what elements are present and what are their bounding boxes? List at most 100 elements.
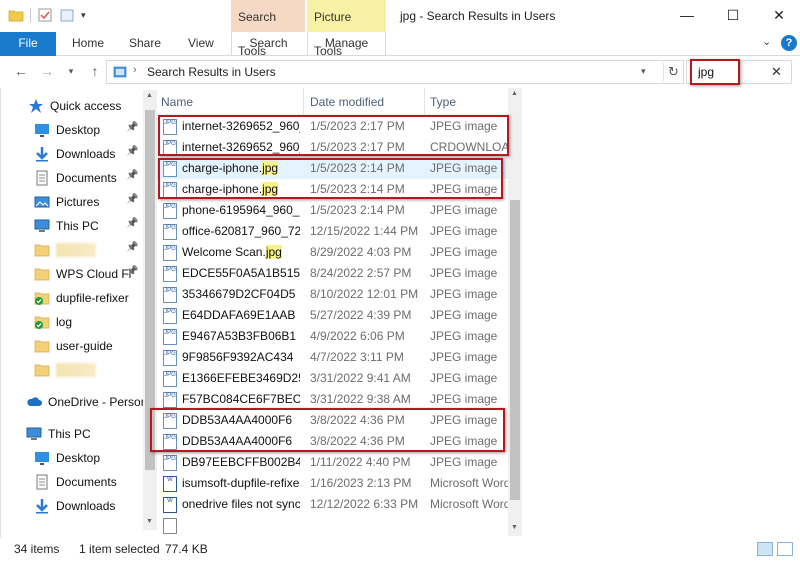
column-divider[interactable] [303,88,304,114]
help-icon[interactable]: ? [781,35,797,51]
file-name-text: DB97EEBCFFB002B4 [182,455,300,469]
tab-search[interactable]: Search [231,32,305,56]
address-path[interactable]: Search Results in Users [147,65,276,79]
computer-icon [26,426,42,442]
folder-icon[interactable] [8,7,24,23]
word-file-icon: W [163,476,177,492]
column-header-date[interactable]: Date modified [310,91,384,113]
file-row[interactable]: JPG E64DDAFA69E1AAB 5/27/2022 4:39 PM JPEG … [157,305,508,326]
file-row[interactable]: JPG DB97EEBCFFB002B4 1/11/2022 4:40 PM JPEG… [157,452,508,473]
new-folder-icon[interactable] [59,7,75,23]
nav-item-label: Downloads [56,499,116,513]
tab-view[interactable]: View [188,32,214,56]
nav-item[interactable]: Quick access [28,95,121,117]
file-row[interactable]: Wonedrive files not syncing 12/12/2022 6:… [157,494,508,515]
image-file-icon: JPG [163,371,177,387]
back-button[interactable]: ← [12,62,30,80]
expand-ribbon-icon[interactable]: ⌄ [762,35,771,48]
file-name: DB97EEBCFFB002B4 [182,452,300,473]
pin-icon[interactable]: 📌 [126,218,138,229]
redacted-label [56,363,96,377]
customize-qat-icon[interactable]: ▾ [81,10,86,21]
file-row[interactable]: JPG Welcome Scan.jpg 8/29/2022 4:03 PM JPEG… [157,242,508,263]
annotation-box [150,408,505,452]
column-header-type[interactable]: Type [430,91,456,113]
column-header-name[interactable]: Name [161,91,193,113]
nav-item[interactable]: Desktop [34,119,100,141]
pin-icon[interactable]: 📌 [126,122,138,133]
maximize-button[interactable]: ☐ [710,0,756,30]
redacted-label [56,243,96,257]
file-row[interactable]: Wisumsoft-dupfile-refixer 1/16/2023 2:13 … [157,473,508,494]
image-file-icon: JPG [163,245,177,261]
nav-item[interactable] [34,359,96,381]
nav-item-label: user-guide [56,339,113,353]
file-row[interactable]: JPG EDCE55F0A5A1B515 8/24/2022 2:57 PM JPEG… [157,263,508,284]
forward-button[interactable]: → [38,62,56,80]
scroll-up-icon[interactable]: ▲ [511,90,518,97]
file-row[interactable]: JPG E9467A53B3FB06B1 4/9/2022 6:06 PM JPEG … [157,326,508,347]
generic-file-icon [163,518,177,534]
pin-icon[interactable]: 📌 [126,242,138,253]
pin-icon[interactable]: 📌 [126,146,138,157]
file-date: 3/31/2022 9:41 AM [310,371,411,385]
up-button[interactable]: ↑ [86,62,104,80]
file-name-text: E64DDAFA69E1AAB [182,308,296,322]
pin-icon[interactable]: 📌 [126,266,138,277]
file-row[interactable]: JPG E1366EFEBE3469D25 3/31/2022 9:41 AM JPE… [157,368,508,389]
file-row[interactable]: JPG office-620817_960_720 12/15/2022 1:44 … [157,221,508,242]
chevron-right-icon[interactable]: › [133,64,137,76]
nav-item[interactable]: Documents [34,167,117,189]
nav-item[interactable]: Documents [34,471,117,493]
refresh-button[interactable]: ↻ [663,63,683,81]
nav-item[interactable] [34,239,96,261]
file-type: JPEG image [430,287,498,301]
clear-search-icon[interactable]: ✕ [771,64,782,80]
nav-pane-scrollbar[interactable]: ▲ ▼ [143,90,157,530]
file-row[interactable]: JPG phone-6195964_960_720 1/5/2023 2:14 PM… [157,200,508,221]
nav-item[interactable]: user-guide [34,335,113,357]
scroll-up-icon[interactable]: ▲ [146,92,153,99]
nav-item[interactable]: Downloads [34,143,115,165]
annotation-box [158,158,503,199]
tab-home[interactable]: Home [72,32,104,56]
column-divider[interactable] [424,88,425,114]
file-list-scroll-thumb[interactable] [510,200,520,500]
details-view-icon[interactable] [757,542,773,556]
file-row[interactable]: JPG F57BC084CE6F7BEC 3/31/2022 9:38 AM JPEG… [157,389,508,410]
nav-item[interactable]: WPS Cloud Fi [34,263,131,285]
file-row[interactable] [157,515,508,536]
pin-icon[interactable]: 📌 [126,194,138,205]
image-file-icon: JPG [163,455,177,471]
pin-icon[interactable]: 📌 [126,170,138,181]
nav-item[interactable]: log [34,311,72,333]
nav-item[interactable]: Desktop [34,447,100,469]
recent-locations-dropdown[interactable]: ▾ [62,62,80,80]
file-name-text: 35346679D2CF04D5 [182,287,296,301]
nav-item[interactable]: OneDrive - Person [26,391,147,413]
address-dropdown-icon[interactable]: ▾ [641,66,646,77]
file-row[interactable]: JPG 9F9856F9392AC434 4/7/2022 3:11 PM JPEG … [157,347,508,368]
large-icons-view-icon[interactable] [777,542,793,556]
scroll-down-icon[interactable]: ▼ [511,524,518,531]
properties-icon[interactable] [37,7,53,23]
nav-item[interactable]: Downloads [34,495,115,517]
file-date: 12/12/2022 6:33 PM [310,497,419,511]
tab-file[interactable]: File [0,32,56,56]
tab-share[interactable]: Share [129,32,161,56]
desktop-icon [34,450,50,466]
folder-icon [34,242,50,258]
file-type: JPEG image [430,203,498,217]
file-list-scrollbar[interactable]: ▲ ▼ [508,88,522,536]
nav-item[interactable]: dupfile-refixer [34,287,129,309]
nav-item[interactable]: Pictures [34,191,99,213]
nav-item[interactable]: This PC [34,215,99,237]
close-button[interactable]: ✕ [756,0,800,30]
nav-item[interactable]: This PC [26,423,91,445]
minimize-button[interactable]: — [664,0,710,30]
scroll-down-icon[interactable]: ▼ [146,518,153,525]
file-date: 4/7/2022 3:11 PM [310,350,404,364]
tab-manage[interactable]: Manage [307,32,386,56]
address-bar[interactable]: › Search Results in Users ▾ ↻ [106,60,684,84]
file-row[interactable]: JPG 35346679D2CF04D5 8/10/2022 12:01 PM JPE… [157,284,508,305]
